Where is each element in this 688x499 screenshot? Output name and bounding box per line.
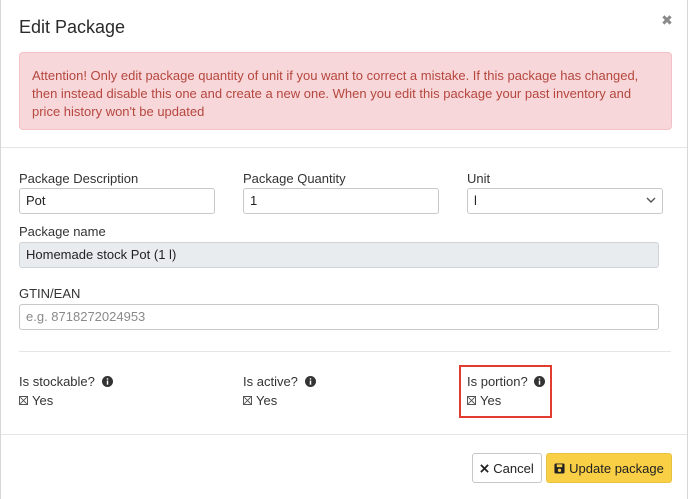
gtin-label: GTIN/EAN — [19, 286, 81, 301]
active-value: Yes — [256, 393, 278, 408]
cancel-label: Cancel — [493, 460, 534, 476]
warning-alert: Attention! Only edit package quantity of… — [19, 52, 672, 130]
modal-title: Edit Package — [19, 17, 126, 37]
stockable-label: Is stockable? — [19, 374, 113, 389]
active-label-text: Is active? — [243, 374, 298, 389]
cancel-button[interactable]: Cancel — [472, 453, 542, 483]
package-name-label: Package name — [19, 224, 106, 239]
close-icon — [480, 463, 490, 473]
unit-select-value: l — [474, 193, 477, 208]
unit-select[interactable]: l — [467, 188, 663, 214]
package-quantity-label: Package Quantity — [243, 171, 346, 186]
highlight-box — [459, 365, 552, 418]
edit-package-modal: Edit Package ✖ Attention! Only edit pack… — [0, 0, 688, 499]
update-package-label: Update package — [569, 460, 664, 476]
active-checkbox[interactable]: Yes — [243, 393, 277, 408]
stockable-value: Yes — [32, 393, 54, 408]
save-icon — [554, 462, 565, 474]
gtin-placeholder: e.g. 8718272024953 — [26, 309, 146, 324]
info-icon[interactable] — [304, 376, 316, 387]
checkbox-checked-icon — [243, 396, 252, 405]
checkbox-checked-icon — [19, 396, 28, 405]
active-label: Is active? — [243, 374, 316, 389]
unit-label: Unit — [467, 171, 491, 186]
modal-header: Edit Package ✖ Attention! Only edit pack… — [1, 0, 687, 148]
chevron-down-icon — [646, 197, 656, 203]
stockable-checkbox[interactable]: Yes — [19, 393, 53, 408]
package-description-input[interactable]: Pot — [19, 188, 215, 214]
section-divider — [19, 351, 671, 352]
gtin-input[interactable]: e.g. 8718272024953 — [19, 304, 659, 330]
stockable-label-text: Is stockable? — [19, 374, 95, 389]
info-icon[interactable] — [101, 376, 113, 387]
package-quantity-input[interactable]: 1 — [243, 188, 439, 214]
package-description-label: Package Description — [19, 171, 139, 186]
package-name-field: Homemade stock Pot (1 l) — [19, 242, 659, 268]
update-package-button[interactable]: Update package — [546, 453, 672, 483]
close-icon[interactable]: ✖ — [659, 12, 675, 28]
